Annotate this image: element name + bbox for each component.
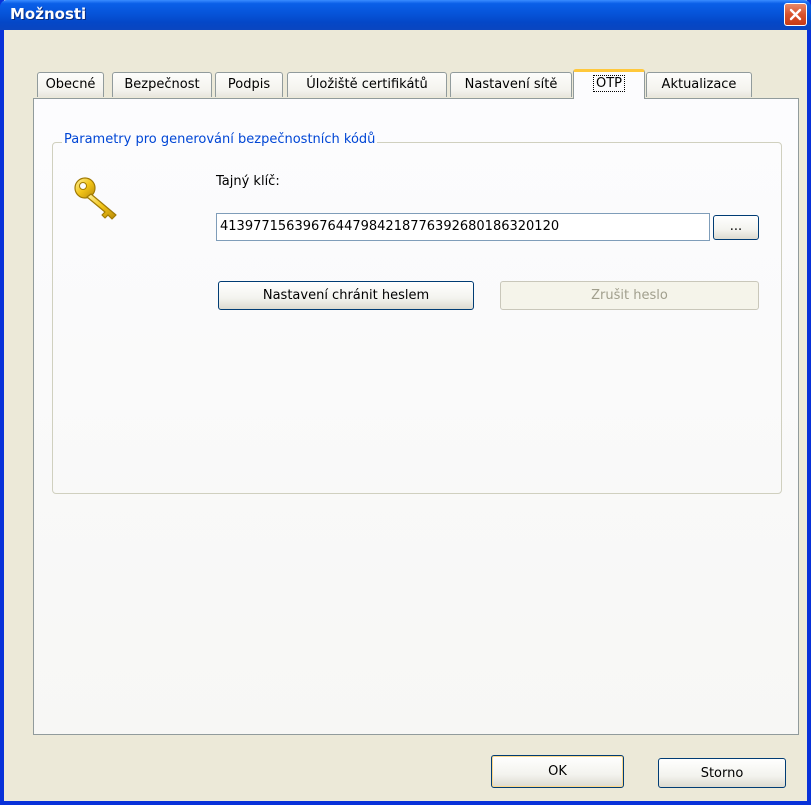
group-legend: Parametry pro generování bezpečnostních … [62,132,378,147]
close-button[interactable] [784,3,807,26]
browse-button[interactable]: ... [713,215,759,240]
ok-button[interactable]: OK [491,755,624,788]
password-protect-button[interactable]: Nastavení chránit heslem [218,281,474,310]
window-title: Možnosti [10,5,87,23]
options-dialog: Možnosti Obecné Bezpečnost Podpis Úložiš… [0,0,811,805]
tab-security[interactable]: Bezpečnost [112,72,212,97]
secret-key-input[interactable]: 4139771563967644798421877639268018632012… [216,213,710,241]
key-icon [74,177,117,220]
title-bar[interactable]: Možnosti [0,0,811,30]
otp-tab-panel: Parametry pro generování bezpečnostních … [33,98,799,735]
tab-network-settings[interactable]: Nastavení sítě [450,72,572,97]
tab-signature[interactable]: Podpis [215,72,283,97]
cancel-password-button[interactable]: Zrušit heslo [500,281,759,310]
cancel-button[interactable]: Storno [658,758,786,788]
tab-general[interactable]: Obecné [37,72,104,97]
tab-otp[interactable]: OTP [573,69,645,99]
otp-parameters-group [52,142,782,494]
secret-key-label: Tajný klíč: [216,174,280,189]
close-icon [789,8,802,21]
tab-certificate-store[interactable]: Úložiště certifikátů [287,72,447,97]
tab-updates[interactable]: Aktualizace [646,72,752,97]
